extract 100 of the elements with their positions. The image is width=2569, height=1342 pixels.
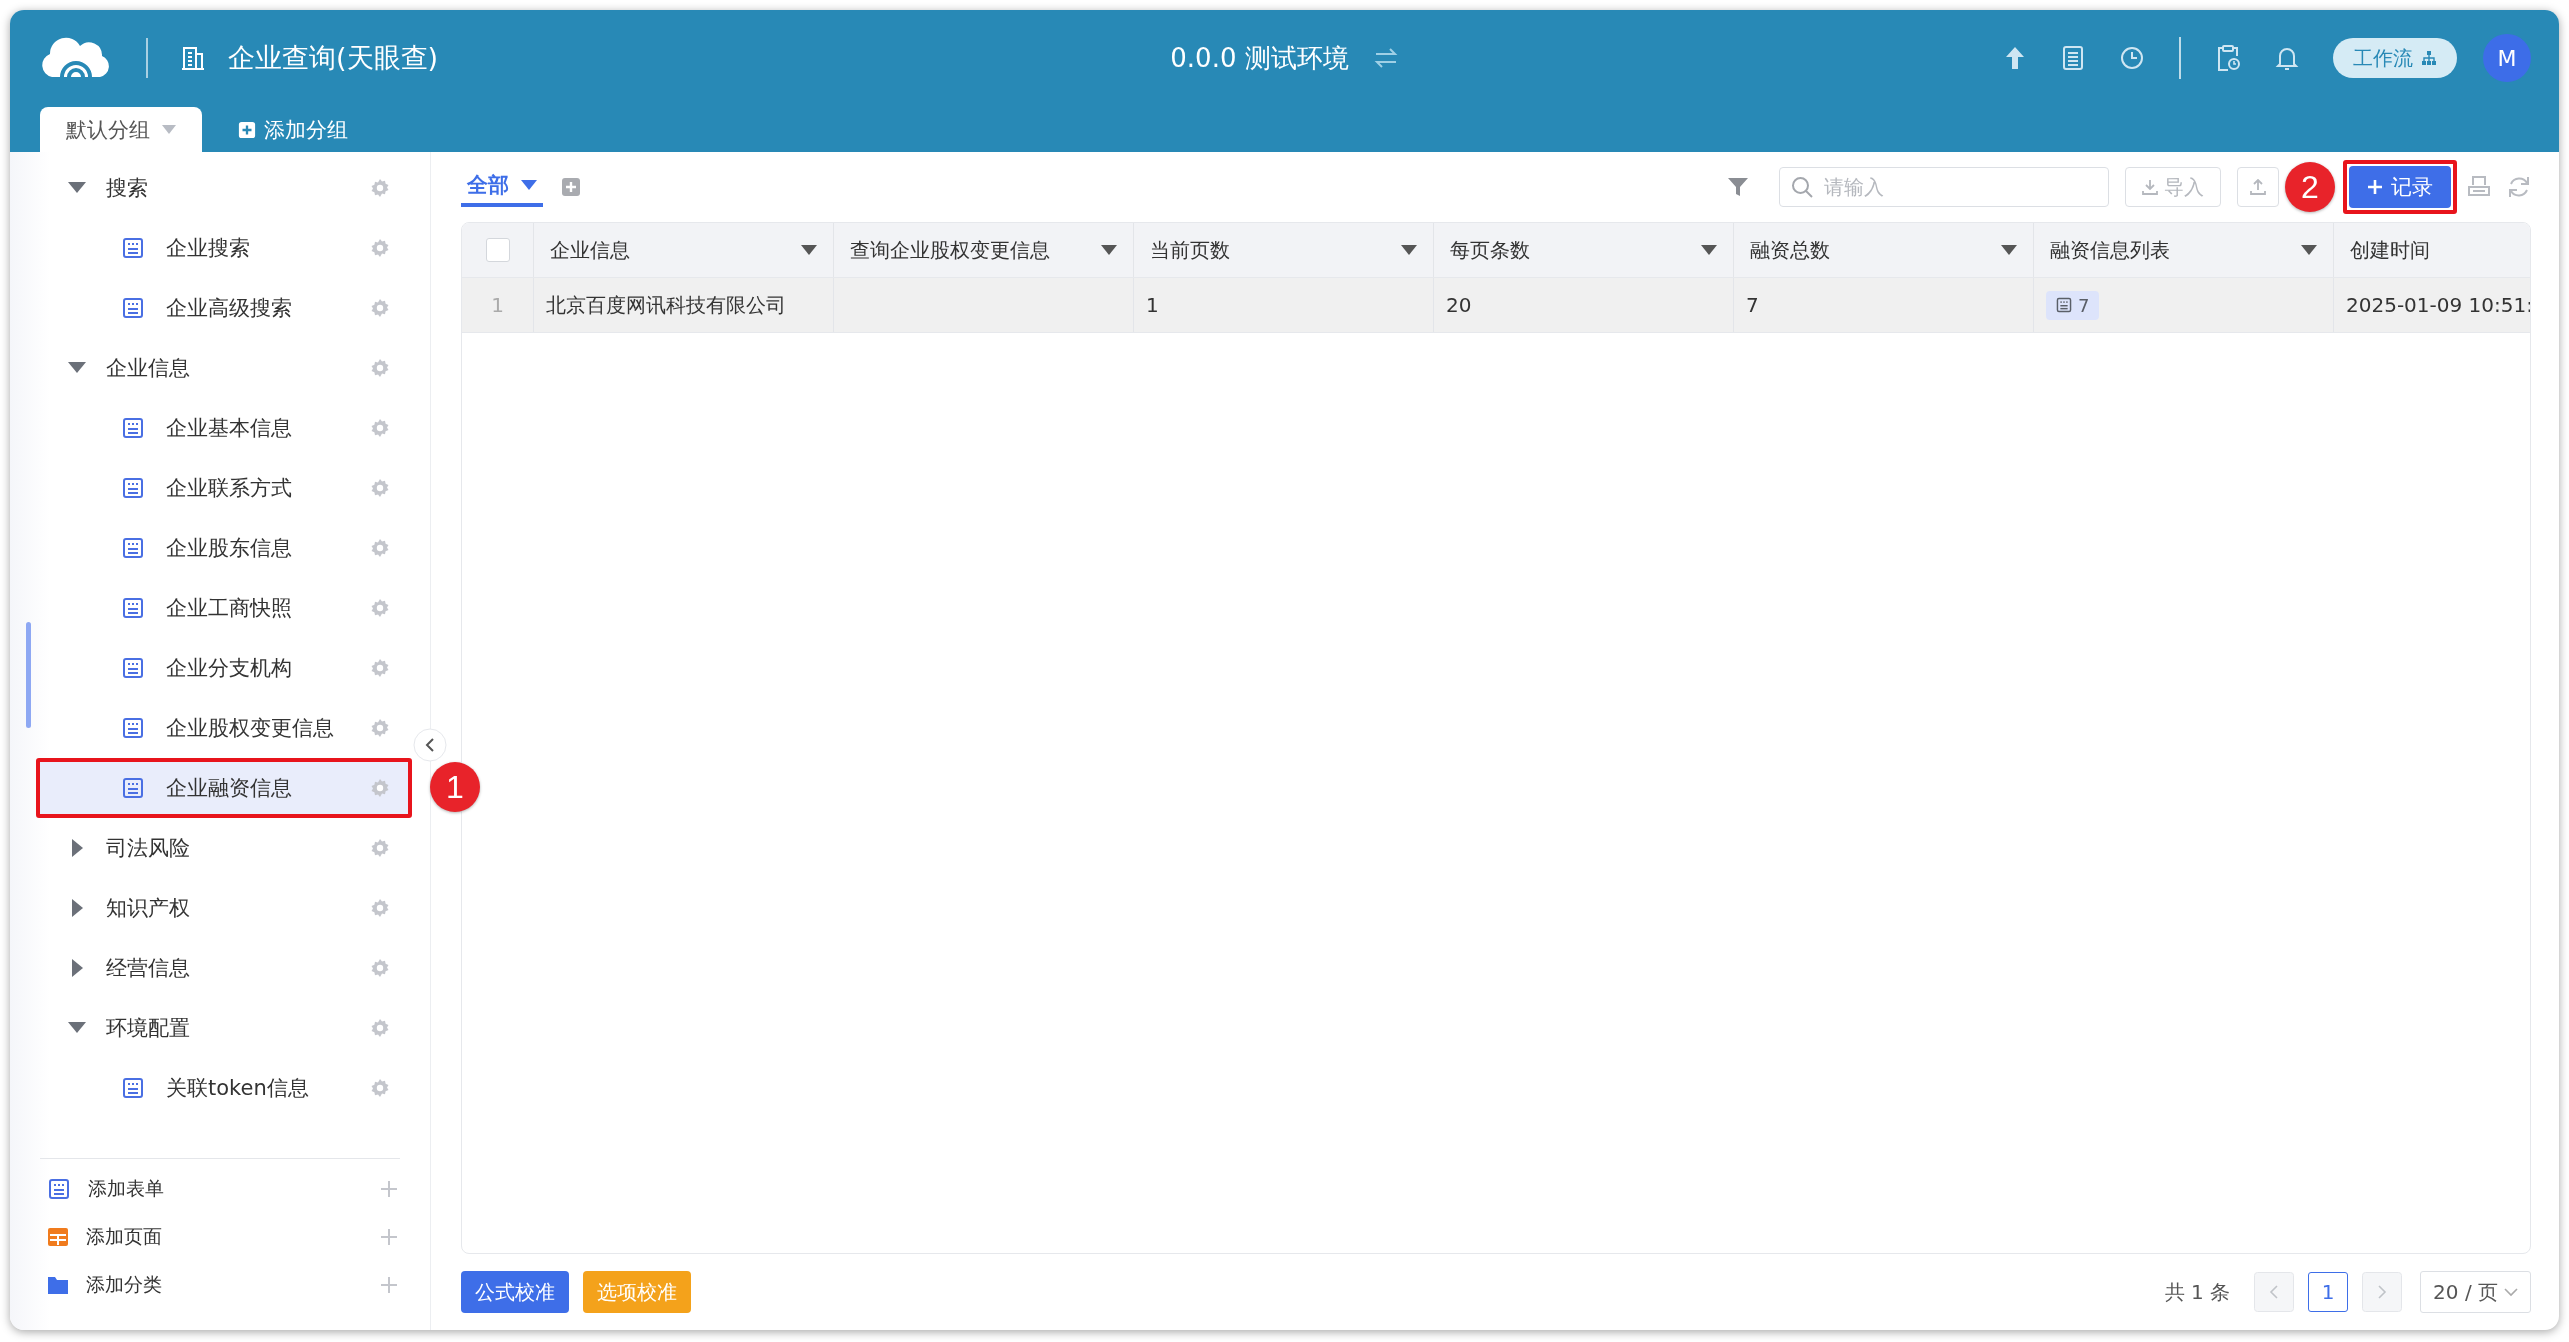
form-icon bbox=[122, 537, 144, 559]
tree-item[interactable]: 搜索 bbox=[38, 158, 408, 218]
record-count-tag[interactable]: 7 bbox=[2046, 290, 2100, 320]
tree-item[interactable]: 企业基本信息 bbox=[38, 398, 408, 458]
tree-item[interactable]: 企业高级搜索 bbox=[38, 278, 408, 338]
search-icon bbox=[1791, 176, 1813, 198]
settings-icon[interactable] bbox=[370, 478, 390, 498]
add-group-button[interactable]: 添加分组 bbox=[232, 107, 354, 152]
tree-item[interactable]: 企业工商快照 bbox=[38, 578, 408, 638]
add-icon[interactable] bbox=[561, 177, 581, 197]
plus-icon bbox=[2367, 179, 2383, 195]
form-icon bbox=[122, 417, 144, 439]
page-size-select[interactable]: 20 / 页 bbox=[2420, 1271, 2531, 1313]
settings-icon[interactable] bbox=[370, 418, 390, 438]
tree-item[interactable]: 企业分支机构 bbox=[38, 638, 408, 698]
tree-item[interactable]: 企业信息 bbox=[38, 338, 408, 398]
annotation-number: 2 bbox=[2285, 162, 2335, 212]
prev-page-icon[interactable] bbox=[2254, 1272, 2295, 1312]
tree-item[interactable]: 企业联系方式 bbox=[38, 458, 408, 518]
form-icon bbox=[2056, 297, 2072, 313]
annotation-number: 1 bbox=[430, 762, 480, 812]
settings-icon[interactable] bbox=[370, 1018, 390, 1038]
clipboard-icon[interactable] bbox=[2215, 44, 2241, 72]
settings-icon[interactable] bbox=[370, 178, 390, 198]
add-item-button[interactable]: 添加分类 bbox=[10, 1261, 430, 1309]
caret-down-icon bbox=[1701, 244, 1717, 256]
swap-icon[interactable] bbox=[1372, 47, 1399, 69]
form-icon bbox=[122, 297, 144, 319]
settings-icon[interactable] bbox=[370, 358, 390, 378]
settings-icon[interactable] bbox=[370, 238, 390, 258]
settings-icon[interactable] bbox=[370, 658, 390, 678]
settings-icon[interactable] bbox=[370, 718, 390, 738]
plus-icon bbox=[380, 1228, 398, 1246]
table-cell: 7 bbox=[1734, 278, 2034, 332]
plus-square-icon bbox=[238, 120, 256, 139]
export-button[interactable] bbox=[2237, 167, 2279, 207]
chevron-down-icon bbox=[2504, 1287, 2518, 1297]
view-tab[interactable]: 全部 bbox=[461, 167, 543, 207]
caret-down-icon bbox=[68, 182, 86, 194]
table-cell: 北京百度网讯科技有限公司 bbox=[534, 278, 834, 332]
form-icon bbox=[122, 477, 144, 499]
caret-down-icon bbox=[1401, 244, 1417, 256]
select-all-checkbox[interactable] bbox=[485, 238, 510, 262]
print-icon[interactable] bbox=[2467, 175, 2491, 199]
filter-icon[interactable] bbox=[1727, 176, 1749, 198]
tree-item[interactable]: 企业股东信息 bbox=[38, 518, 408, 578]
footer-button[interactable]: 公式校准 bbox=[461, 1271, 569, 1313]
scrollbar-thumb[interactable] bbox=[26, 622, 31, 728]
download-icon bbox=[2142, 179, 2158, 195]
avatar[interactable]: M bbox=[2483, 34, 2531, 82]
tree-item[interactable]: 企业股权变更信息 bbox=[38, 698, 408, 758]
collapse-button-icon[interactable] bbox=[413, 728, 447, 762]
caret-right-icon bbox=[72, 839, 84, 857]
add-item-button[interactable]: 添加页面 bbox=[10, 1213, 430, 1261]
document-icon[interactable] bbox=[2061, 45, 2085, 71]
settings-icon[interactable] bbox=[370, 298, 390, 318]
tree-item[interactable]: 关联token信息 bbox=[38, 1058, 408, 1118]
plus-icon bbox=[380, 1276, 398, 1294]
upload-icon[interactable] bbox=[2003, 45, 2027, 71]
search-field[interactable]: 请输入 bbox=[1779, 167, 2109, 207]
form-icon bbox=[122, 717, 144, 739]
group-tab[interactable]: 默认分组 bbox=[40, 107, 202, 152]
caret-down-icon bbox=[2301, 244, 2317, 256]
total-count: 共 1 条 bbox=[2164, 1278, 2231, 1306]
bell-icon[interactable] bbox=[2275, 45, 2299, 71]
caret-down-icon bbox=[68, 362, 86, 374]
table-cell: 20 bbox=[1434, 278, 1734, 332]
tree-item[interactable]: 司法风险 bbox=[38, 818, 408, 878]
tree-item[interactable]: 企业搜索 bbox=[38, 218, 408, 278]
caret-right-icon bbox=[72, 959, 84, 977]
tree-item[interactable]: 环境配置 bbox=[38, 998, 408, 1058]
refresh-icon[interactable] bbox=[2507, 175, 2531, 199]
add-record-button[interactable]: 记录 bbox=[2349, 166, 2451, 208]
app-title: 企业查询(天眼查) bbox=[228, 41, 439, 75]
upload-icon bbox=[2250, 179, 2266, 195]
tree-item[interactable]: 经营信息 bbox=[38, 938, 408, 998]
tree-item[interactable]: 知识产权 bbox=[38, 878, 408, 938]
folder-icon bbox=[48, 1276, 68, 1294]
form-icon bbox=[122, 237, 144, 259]
column-header[interactable]: 创建时间 bbox=[2334, 223, 2530, 277]
settings-icon[interactable] bbox=[370, 838, 390, 858]
org-chart-icon bbox=[2421, 50, 2437, 66]
add-item-button[interactable]: 添加表单 bbox=[10, 1165, 430, 1213]
building-icon bbox=[180, 45, 206, 71]
settings-icon[interactable] bbox=[370, 898, 390, 918]
row-number: 1 bbox=[462, 278, 534, 332]
caret-down-icon bbox=[801, 244, 817, 256]
caret-down-icon bbox=[68, 1022, 86, 1034]
form-icon bbox=[48, 1178, 70, 1200]
caret-down-icon bbox=[521, 179, 537, 191]
form-icon bbox=[122, 777, 144, 799]
clock-icon[interactable] bbox=[2119, 45, 2145, 71]
environment-label: 0.0.0 测试环境 bbox=[1170, 41, 1349, 75]
settings-icon[interactable] bbox=[370, 1078, 390, 1098]
settings-icon[interactable] bbox=[370, 538, 390, 558]
settings-icon[interactable] bbox=[370, 958, 390, 978]
next-page-icon[interactable] bbox=[2362, 1272, 2403, 1312]
settings-icon[interactable] bbox=[370, 598, 390, 618]
page-button[interactable]: 1 bbox=[2308, 1272, 2349, 1312]
settings-icon[interactable] bbox=[370, 778, 390, 798]
